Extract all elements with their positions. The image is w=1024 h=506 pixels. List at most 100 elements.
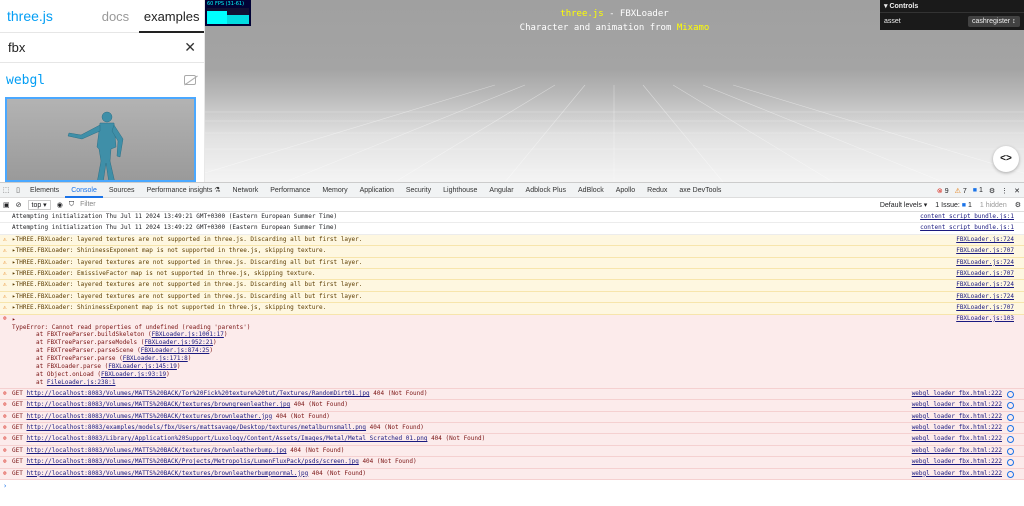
warning-message[interactable]: ⚠ ▸THREE.FBXLoader: layered textures are …	[0, 280, 1024, 292]
inspect-element-icon[interactable]: ⬚	[0, 183, 12, 198]
message-source-link[interactable]: webgl_loader_fbx.html:222	[907, 411, 1002, 422]
request-url-link[interactable]: http://localhost:8083/examples/models/fb…	[26, 424, 366, 431]
stack-frame-link[interactable]: FBXLoader.js:171:8	[123, 355, 188, 362]
warning-message[interactable]: ⚠ ▸THREE.FBXLoader: ShininessExponent map…	[0, 303, 1024, 315]
request-url-link[interactable]: http://localhost:8083/Volumes/MATTS%20BA…	[26, 447, 286, 454]
message-source-link[interactable]: content_script_bundle.js:1	[916, 223, 1014, 233]
context-selector[interactable]: top ▾	[27, 199, 51, 210]
tab-adblock[interactable]: AdBlock	[572, 183, 610, 198]
tab-elements[interactable]: Elements	[24, 183, 65, 198]
network-panel-icon[interactable]	[1007, 470, 1014, 478]
tab-memory[interactable]: Memory	[316, 183, 353, 198]
error-count-badge[interactable]: ⊗ 9	[937, 187, 949, 195]
filter-input[interactable]: Filter	[80, 201, 200, 208]
network-panel-icon[interactable]	[1007, 425, 1014, 433]
example-card-thumbnail[interactable]	[5, 97, 196, 182]
message-source-link[interactable]: webgl_loader_fbx.html:222	[907, 400, 1002, 411]
message-source-link[interactable]: webgl_loader_fbx.html:222	[907, 423, 1002, 434]
stack-frame-link[interactable]: FBXLoader.js:1001:17	[152, 331, 224, 338]
stack-frame-link[interactable]: FBXLoader.js:874:25	[141, 347, 210, 354]
network-panel-icon[interactable]	[1007, 436, 1014, 444]
stack-frame-link[interactable]: FileLoader.js:238:1	[47, 379, 116, 386]
network-error-message[interactable]: ⊗ GET http://localhost:8083/Volumes/MATTS…	[0, 388, 1024, 401]
request-url-link[interactable]: http://localhost:8083/Library/Applicatio…	[26, 435, 427, 442]
asset-select[interactable]: cashregister ↕	[968, 15, 1020, 27]
network-error-message[interactable]: ⊗ GET http://localhost:8083/Volumes/MATTS…	[0, 445, 1024, 458]
view-source-button[interactable]: <>	[993, 146, 1019, 172]
tab-docs[interactable]: docs	[92, 9, 140, 24]
stack-frame-link[interactable]: FBXLoader.js:145:19	[108, 363, 177, 370]
log-message[interactable]: Attempting initialization Thu Jul 11 202…	[0, 223, 1024, 235]
message-source-link[interactable]: webgl_loader_fbx.html:222	[907, 445, 1002, 457]
tab-security[interactable]: Security	[400, 183, 437, 198]
console-settings-gear-icon[interactable]: ⚙	[1015, 201, 1021, 209]
network-error-message[interactable]: ⊗ GET http://localhost:8083/Library/Appli…	[0, 434, 1024, 446]
close-devtools-icon[interactable]: ✕	[1014, 187, 1020, 195]
message-source-link[interactable]: FBXLoader.js:724	[952, 291, 1014, 303]
stack-frame-link[interactable]: FBXLoader.js:952:21	[144, 339, 213, 346]
search-input[interactable]: fbx	[8, 40, 25, 55]
tab-lighthouse[interactable]: Lighthouse	[437, 183, 483, 198]
message-source-link[interactable]: FBXLoader.js:724	[952, 234, 1014, 246]
log-levels-dropdown[interactable]: Default levels ▾	[880, 201, 927, 209]
more-options-icon[interactable]: ⋮	[1001, 187, 1008, 195]
message-source-link[interactable]: content_script_bundle.js:1	[916, 212, 1014, 222]
network-error-message[interactable]: ⊗ GET http://localhost:8083/examples/mode…	[0, 423, 1024, 435]
preview-off-icon[interactable]	[184, 75, 196, 85]
settings-gear-icon[interactable]: ⚙	[989, 187, 995, 195]
issues-button[interactable]: 1 Issue: ■ 1	[935, 202, 972, 209]
webgl-viewport[interactable]: three.js - FBXLoader Character and anima…	[205, 0, 1024, 182]
tab-performance-insights[interactable]: Performance insights ⚗	[141, 183, 227, 198]
tab-application[interactable]: Application	[354, 183, 400, 198]
network-error-message[interactable]: ⊗ GET http://localhost:8083/Volumes/MATTS…	[0, 468, 1024, 481]
tab-angular[interactable]: Angular	[483, 183, 519, 198]
message-source-link[interactable]: webgl_loader_fbx.html:222	[907, 468, 1002, 480]
message-source-link[interactable]: FBXLoader.js:724	[952, 257, 1014, 268]
request-url-link[interactable]: http://localhost:8083/Volumes/MATTS%20BA…	[26, 413, 272, 420]
network-panel-icon[interactable]	[1007, 402, 1014, 410]
network-error-message[interactable]: ⊗ GET http://localhost:8083/Volumes/MATTS…	[0, 457, 1024, 469]
warning-message[interactable]: ⚠ ▸THREE.FBXLoader: layered textures are …	[0, 234, 1024, 247]
warning-message[interactable]: ⚠ ▸THREE.FBXLoader: EmissiveFactor map is…	[0, 269, 1024, 281]
request-url-link[interactable]: http://localhost:8083/Volumes/MATTS%20BA…	[26, 390, 369, 397]
tab-console[interactable]: Console	[65, 183, 103, 198]
message-source-link[interactable]: FBXLoader.js:707	[952, 246, 1014, 257]
tab-axe-devtools[interactable]: axe DevTools	[673, 183, 727, 198]
live-expression-eye-icon[interactable]: ◉	[57, 201, 63, 209]
device-toolbar-icon[interactable]: ▯	[12, 183, 24, 198]
warning-message[interactable]: ⚠ ▸THREE.FBXLoader: layered textures are …	[0, 257, 1024, 270]
mixamo-link[interactable]: Mixamo	[677, 23, 710, 33]
message-source-link[interactable]: webgl_loader_fbx.html:222	[907, 434, 1002, 445]
network-panel-icon[interactable]	[1007, 413, 1014, 421]
tab-adblock-plus[interactable]: Adblock Plus	[520, 183, 572, 198]
request-url-link[interactable]: http://localhost:8083/Volumes/MATTS%20BA…	[26, 401, 290, 408]
warning-message[interactable]: ⚠ ▸THREE.FBXLoader: layered textures are …	[0, 291, 1024, 304]
title-brand-link[interactable]: three.js	[560, 9, 603, 19]
network-error-message[interactable]: ⊗ GET http://localhost:8083/Volumes/MATTS…	[0, 400, 1024, 412]
console-prompt[interactable]: ›	[0, 480, 1024, 492]
tab-sources[interactable]: Sources	[103, 183, 141, 198]
network-panel-icon[interactable]	[1007, 459, 1014, 467]
fps-stats-panel[interactable]: 60 FPS (31-61)	[205, 0, 251, 26]
tab-performance[interactable]: Performance	[264, 183, 316, 198]
clear-console-icon[interactable]: ⊘	[16, 201, 22, 209]
tab-examples[interactable]: examples	[139, 0, 204, 33]
tab-apollo[interactable]: Apollo	[610, 183, 641, 198]
tab-network[interactable]: Network	[227, 183, 265, 198]
sidebar-toggle-icon[interactable]: ▣	[3, 201, 10, 209]
request-url-link[interactable]: http://localhost:8083/Volumes/MATTS%20BA…	[26, 470, 308, 477]
tab-redux[interactable]: Redux	[641, 183, 673, 198]
message-source-link[interactable]: webgl_loader_fbx.html:222	[907, 388, 1002, 400]
message-source-link[interactable]: webgl_loader_fbx.html:222	[907, 457, 1002, 468]
network-error-message[interactable]: ⊗ GET http://localhost:8083/Volumes/MATTS…	[0, 411, 1024, 424]
close-icon[interactable]: ✕	[184, 39, 196, 56]
stack-frame-link[interactable]: FBXLoader.js:93:19	[101, 371, 166, 378]
type-error-message[interactable]: ⊗ ▸ FBXLoader.js:103 TypeError: Cannot r…	[0, 314, 1024, 389]
message-source-link[interactable]: FBXLoader.js:707	[952, 303, 1014, 314]
network-panel-icon[interactable]	[1007, 447, 1014, 455]
warning-count-badge[interactable]: ⚠ 7	[955, 187, 967, 195]
message-source-link[interactable]: FBXLoader.js:724	[952, 280, 1014, 291]
request-url-link[interactable]: http://localhost:8083/Volumes/MATTS%20BA…	[26, 458, 358, 465]
info-count-badge[interactable]: ■ 1	[973, 187, 983, 194]
log-message[interactable]: Attempting initialization Thu Jul 11 202…	[0, 212, 1024, 224]
